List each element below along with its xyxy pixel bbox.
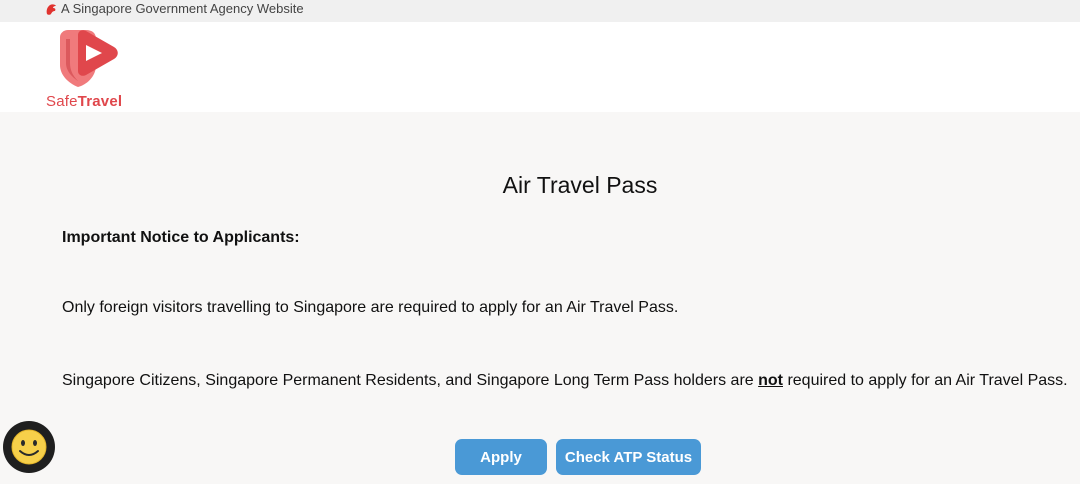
government-banner: A Singapore Government Agency Website: [0, 0, 1080, 22]
logo-word-travel: Travel: [77, 93, 123, 110]
site-header: SafeTravel: [0, 22, 1080, 112]
chat-widget-button[interactable]: [3, 421, 55, 473]
logo-word-safe: Safe: [46, 93, 78, 110]
notice-emphasis-not: not: [758, 372, 783, 389]
notice-paragraph-residents-start: Singapore Citizens, Singapore Permanent …: [62, 372, 759, 389]
check-atp-status-button[interactable]: Check ATP Status: [556, 439, 701, 475]
notice-heading: Important Notice to Applicants:: [62, 229, 300, 246]
logo-wordmark: SafeTravel: [46, 94, 122, 110]
lion-head-icon: [44, 3, 58, 17]
safetravel-logo[interactable]: SafeTravel: [46, 25, 136, 110]
notice-paragraph-residents: Singapore Citizens, Singapore Permanent …: [62, 371, 1068, 391]
government-banner-text: A Singapore Government Agency Website: [61, 1, 304, 16]
page-title: Air Travel Pass: [502, 172, 658, 198]
smiley-face-icon: [11, 429, 47, 465]
main-content: Air Travel Pass Important Notice to Appl…: [0, 112, 1080, 484]
safetravel-play-shield-icon: [60, 30, 118, 87]
notice-paragraph-foreign-visitors: Only foreign visitors travelling to Sing…: [62, 299, 679, 316]
notice-paragraph-residents-end: required to apply for an Air Travel Pass…: [783, 372, 1068, 389]
apply-button[interactable]: Apply: [455, 439, 547, 475]
